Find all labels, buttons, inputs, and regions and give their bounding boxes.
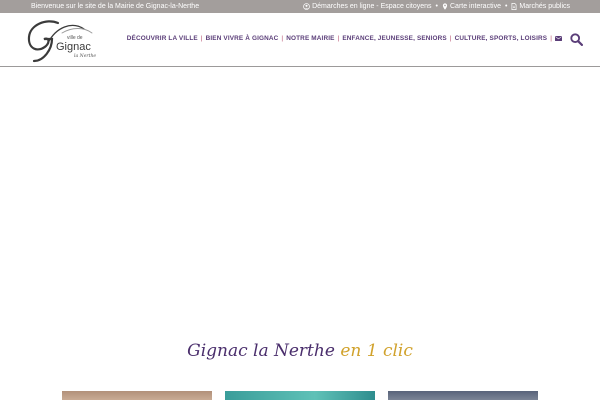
interactive-map-label: Carte interactive [450,3,501,10]
top-utility-bar: Bienvenue sur le site de la Mairie de Gi… [0,0,600,13]
main-navigation: DÉCOUVRIR LA VILLE | BIEN VIVRE À GIGNAC… [127,35,562,42]
envelope-icon [555,36,562,41]
nav-item-decouvrir[interactable]: DÉCOUVRIR LA VILLE [127,35,198,42]
logo-line2: Gignac [56,41,91,53]
hero-slider [0,68,600,338]
top-links: Démarches en ligne - Espace citoyens • C… [303,0,570,13]
search-icon[interactable] [570,33,583,46]
quick-link-card-2[interactable] [225,391,375,400]
gignac-logo[interactable]: ville de Gignac la Nerthe [22,19,98,63]
public-markets-label: Marchés publics [519,3,570,10]
link-separator: • [435,3,438,10]
logo-line3: la Nerthe [74,53,96,59]
document-icon [511,3,517,10]
nav-item-culture[interactable]: CULTURE, SPORTS, LOISIRS [455,35,548,42]
nav-separator: | [337,35,340,42]
contact-mail-button[interactable] [555,36,562,41]
nav-item-enfance[interactable]: ENFANCE, JEUNESSE, SENIORS [342,35,446,42]
nav-separator: | [449,35,452,42]
section-title-main: Gignac la Nerthe [187,341,335,361]
section-title-accent: en 1 clic [340,341,413,361]
welcome-message: Bienvenue sur le site de la Mairie de Gi… [31,3,200,10]
nav-separator: | [550,35,552,42]
section-title: Gignac la Nerthe en 1 clic [0,341,600,361]
nav-item-bien-vivre[interactable]: BIEN VIVRE À GIGNAC [206,35,279,42]
nav-separator: | [200,35,203,42]
quick-link-card-3[interactable] [388,391,538,400]
online-services-link[interactable]: Démarches en ligne - Espace citoyens [303,0,432,13]
public-markets-link[interactable]: Marchés publics [511,0,570,13]
site-header: ville de Gignac la Nerthe DÉCOUVRIR LA V… [0,13,600,67]
link-separator: • [504,3,508,10]
nav-item-mairie[interactable]: NOTRE MAIRIE [286,35,334,42]
user-circle-icon [303,3,310,10]
online-services-label: Démarches en ligne - Espace citoyens [312,3,432,10]
nav-separator: | [281,35,284,42]
quick-link-card-1[interactable] [62,391,212,400]
interactive-map-link[interactable]: Carte interactive [442,0,501,13]
map-pin-icon [442,3,448,10]
